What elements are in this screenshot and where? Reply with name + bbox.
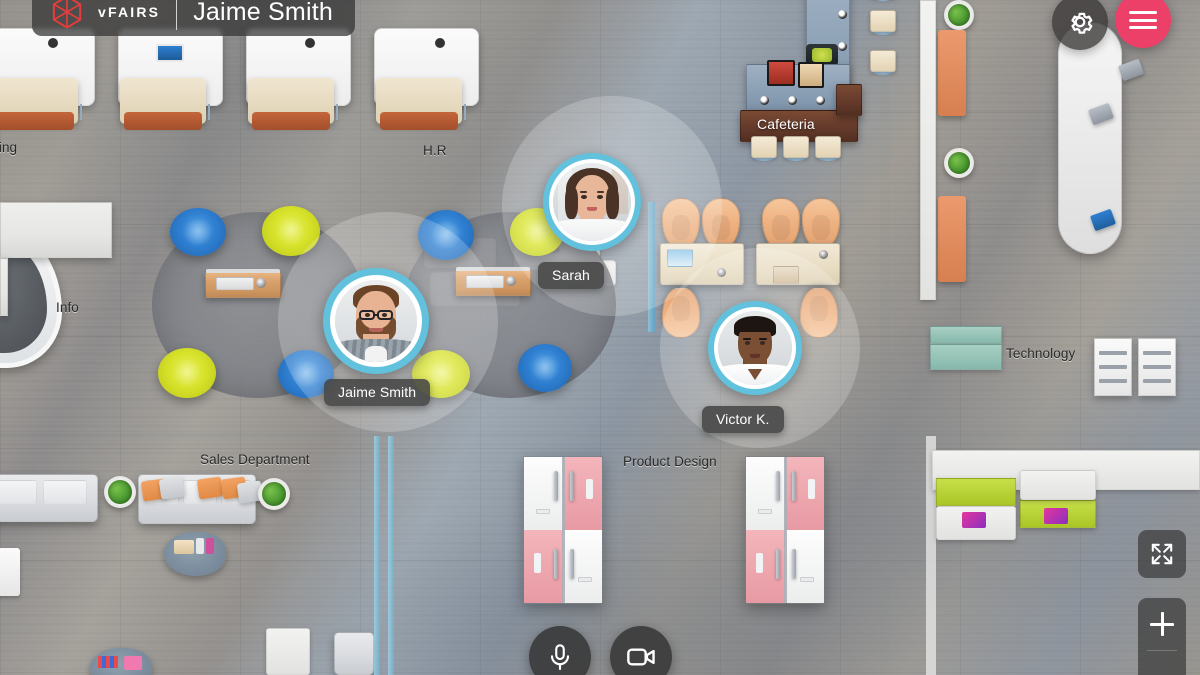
beanbag-blue — [170, 208, 226, 256]
header-divider — [176, 0, 178, 30]
plant — [944, 148, 974, 178]
room-label-product-design: Product Design — [623, 454, 717, 469]
floor-seam — [0, 430, 1200, 438]
tech-chair — [1036, 556, 1076, 596]
room-label-meeting: ting — [0, 140, 18, 155]
product-design-chair — [810, 630, 850, 670]
tech-chair — [1036, 444, 1076, 484]
cafeteria-burner — [788, 96, 797, 105]
product-design-pod — [523, 456, 603, 604]
product-design-chair — [832, 548, 872, 588]
room-label-sales: Sales Department — [200, 452, 310, 467]
minus-icon — [1150, 665, 1174, 675]
cafeteria-stool — [870, 50, 896, 72]
side-table — [0, 548, 20, 596]
cafeteria-burner — [816, 96, 825, 105]
product-design-chair — [468, 484, 508, 524]
brand-name: vFAIRS — [98, 4, 161, 20]
technology-panel — [930, 326, 1002, 344]
room-label-cafeteria: Cafeteria — [757, 116, 815, 132]
technology-panel — [930, 344, 1002, 370]
glass-divider — [388, 436, 394, 675]
hamburger-menu-icon — [1129, 18, 1157, 22]
cafeteria-side-cabinet — [836, 84, 862, 116]
zoom-controls — [1138, 598, 1186, 675]
avatar-jaime-smith[interactable] — [323, 268, 429, 374]
plant — [944, 0, 974, 30]
zoom-out-button[interactable] — [1138, 651, 1186, 675]
expand-arrows-icon — [1151, 543, 1173, 565]
locker-unit — [938, 30, 966, 116]
cafeteria-chair — [762, 198, 800, 248]
cafeteria-vending-b — [798, 62, 824, 88]
name-tag-jaime-smith: Jaime Smith — [324, 379, 431, 406]
avatar-photo-sarah — [553, 163, 631, 241]
technology-shelf — [1138, 338, 1176, 396]
technology-shelf — [1094, 338, 1132, 396]
room-label-technology: Technology — [1006, 346, 1076, 361]
product-design-pod — [745, 456, 825, 604]
hamburger-menu-icon — [1129, 11, 1157, 14]
beanbag-lime — [158, 348, 216, 398]
product-design-chair — [468, 630, 508, 670]
name-tag-victor-k: Victor K. — [702, 406, 784, 433]
plus-icon — [1150, 612, 1174, 636]
lounge-bench — [205, 269, 281, 298]
app-header: vFAIRS Jaime Smith — [32, 0, 355, 36]
avatar-victor-k[interactable] — [708, 301, 802, 395]
name-tag-sarah: Sarah — [538, 262, 604, 289]
avatar-sarah[interactable] — [543, 153, 641, 251]
cafeteria-chair — [802, 198, 840, 248]
product-design-chair — [832, 484, 872, 524]
product-design-chair — [620, 484, 660, 524]
pillow — [158, 476, 186, 500]
cafeteria-wall — [920, 0, 936, 300]
vfairs-hexagon-logo — [52, 0, 82, 29]
cafeteria-burner — [838, 42, 847, 51]
sofa — [0, 474, 98, 522]
beanbag-blue — [518, 344, 572, 392]
hamburger-menu-icon — [1129, 26, 1157, 29]
tech-chair — [956, 626, 996, 666]
locker-unit — [938, 196, 966, 282]
cafeteria-burner — [760, 96, 769, 105]
tech-screen — [962, 512, 986, 528]
product-design-chair — [700, 630, 740, 670]
side-cabinet — [266, 628, 310, 675]
tech-chair — [956, 444, 996, 484]
cafeteria-vending-a — [767, 60, 795, 86]
product-design-chair — [680, 548, 720, 588]
zoom-in-button[interactable] — [1138, 598, 1186, 650]
cafeteria-stool — [783, 136, 809, 158]
pillow — [196, 476, 224, 500]
product-design-chair — [680, 484, 720, 524]
floor-seam — [880, 0, 890, 675]
cafeteria-stool — [815, 136, 841, 158]
tech-chair — [956, 556, 996, 596]
avatar-photo-jaime — [335, 280, 417, 362]
plant — [104, 476, 136, 508]
coffee-table — [164, 532, 226, 576]
gear-icon — [1071, 12, 1093, 34]
room-label-hr: H.R — [423, 143, 447, 158]
tech-chair — [1036, 626, 1076, 666]
sofa — [334, 632, 374, 675]
top-middle-workstations — [0, 202, 655, 332]
plant — [258, 478, 290, 510]
glass-divider — [374, 436, 380, 675]
video-camera-icon — [627, 648, 655, 666]
current-user-name: Jaime Smith — [193, 0, 333, 26]
fullscreen-button[interactable] — [1138, 530, 1186, 578]
avatar-photo-victor — [718, 311, 792, 385]
tech-screen — [1044, 508, 1068, 524]
cafeteria-stool — [870, 10, 896, 32]
microphone-icon — [550, 644, 570, 671]
cafeteria-stool — [751, 136, 777, 158]
virtual-office-stage: ting Info H.R Cafeteria — [0, 0, 1200, 675]
cafeteria-burner — [838, 10, 847, 19]
product-design-chair — [620, 548, 660, 588]
product-design-chair — [468, 548, 508, 588]
